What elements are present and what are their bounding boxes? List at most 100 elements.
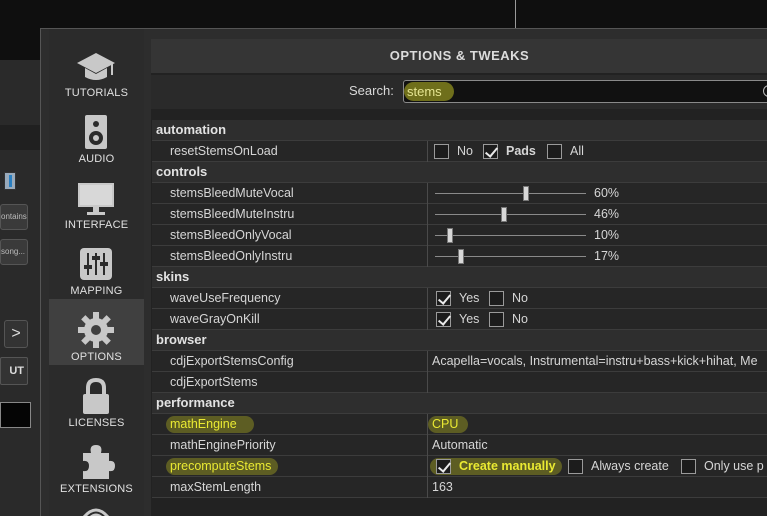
background-strip xyxy=(0,125,40,150)
checkbox[interactable] xyxy=(568,459,583,474)
background-chip[interactable]: ontains... xyxy=(0,204,28,230)
sidebar-item-audio[interactable]: AUDIO xyxy=(49,101,144,167)
option-name: waveUseFrequency xyxy=(170,291,281,305)
column-divider xyxy=(427,225,428,246)
checkbox[interactable] xyxy=(489,312,504,327)
speaker-icon xyxy=(85,115,107,149)
slider-value: 46% xyxy=(594,207,620,221)
column-divider xyxy=(427,456,428,477)
sidebar-item-label: TUTORIALS xyxy=(64,87,129,99)
option-name: stemsBleedOnlyVocal xyxy=(170,228,292,242)
option-label: All xyxy=(570,144,584,158)
option-name: resetStemsOnLoad xyxy=(170,144,278,158)
wifi-icon xyxy=(82,508,110,516)
checkbox[interactable] xyxy=(547,144,562,159)
option-label: No xyxy=(512,291,528,305)
column-divider xyxy=(427,246,428,267)
option-name: cdjExportStems xyxy=(170,375,258,389)
search-row: Search: xyxy=(151,75,767,109)
checkbox-checked[interactable] xyxy=(436,291,451,306)
sidebar-item-interface[interactable]: INTERFACE xyxy=(49,167,144,233)
column-divider xyxy=(427,288,428,309)
sidebar-item-tutorials[interactable]: TUTORIALS xyxy=(49,35,144,101)
table-row: precomputeStems Create manually Always c… xyxy=(152,456,767,477)
settings-sidebar: TUTORIALS AUDIO INTERFACE MAPPING OPTION… xyxy=(49,29,144,516)
section-header: controls xyxy=(152,162,767,183)
checkbox[interactable] xyxy=(434,144,449,159)
slider-track[interactable] xyxy=(435,207,586,222)
title-bar: OPTIONS & TWEAKS xyxy=(151,39,767,73)
background-chip[interactable]: song... xyxy=(0,239,28,265)
column-divider xyxy=(427,183,428,204)
sidebar-item-extensions[interactable]: EXTENSIONS xyxy=(49,431,144,497)
option-name: precomputeStems xyxy=(170,459,272,473)
lock-icon xyxy=(83,377,109,414)
slider-thumb[interactable] xyxy=(447,228,453,243)
slider-thumb[interactable] xyxy=(458,249,464,264)
background-input[interactable] xyxy=(0,402,31,428)
table-row: stemsBleedOnlyVocal 10% xyxy=(152,225,767,246)
slider-track[interactable] xyxy=(435,249,586,264)
slider-value: 17% xyxy=(594,249,620,263)
slider-track[interactable] xyxy=(435,186,586,201)
options-table: automation resetStemsOnLoad No Pads All … xyxy=(152,120,767,498)
column-divider xyxy=(427,141,428,162)
option-value[interactable]: 163 xyxy=(432,477,453,498)
option-value[interactable]: Automatic xyxy=(432,435,488,456)
column-divider xyxy=(427,477,428,498)
table-row: cdjExportStemsConfig Acapella=vocals, In… xyxy=(152,351,767,372)
sidebar-item-more[interactable] xyxy=(49,497,144,516)
sidebar-item-label: EXTENSIONS xyxy=(60,483,133,495)
column-divider xyxy=(427,372,428,393)
option-name: stemsBleedOnlyInstru xyxy=(170,249,293,263)
checkbox-checked[interactable] xyxy=(436,459,451,474)
table-row: maxStemLength 163 xyxy=(152,477,767,498)
option-label: Create manually xyxy=(459,459,556,473)
sidebar-item-mapping[interactable]: MAPPING xyxy=(49,233,144,299)
search-label: Search: xyxy=(349,83,394,98)
table-row: stemsBleedMuteInstru 46% xyxy=(152,204,767,225)
graduation-cap-icon xyxy=(77,53,115,80)
sidebar-item-label: AUDIO xyxy=(78,153,115,165)
sliders-icon xyxy=(80,248,112,280)
option-label: Only use p xyxy=(704,459,764,473)
option-name: cdjExportStemsConfig xyxy=(170,354,294,368)
settings-dialog: TUTORIALS AUDIO INTERFACE MAPPING OPTION… xyxy=(40,28,767,516)
checkbox[interactable] xyxy=(489,291,504,306)
option-label: Always create xyxy=(591,459,669,473)
slider-track[interactable] xyxy=(435,228,586,243)
search-input[interactable] xyxy=(403,80,767,103)
sidebar-item-options[interactable]: OPTIONS xyxy=(49,299,144,365)
option-name: mathEnginePriority xyxy=(170,438,276,452)
slider-value: 10% xyxy=(594,228,620,242)
section-header: browser xyxy=(152,330,767,351)
background-divider xyxy=(515,0,516,28)
background-next-button[interactable]: > xyxy=(4,320,28,348)
option-label: Yes xyxy=(459,312,480,326)
table-row: waveGrayOnKill Yes No xyxy=(152,309,767,330)
section-header: automation xyxy=(152,120,767,141)
sidebar-item-label: INTERFACE xyxy=(64,219,129,231)
slider-thumb[interactable] xyxy=(501,207,507,222)
option-value[interactable]: CPU xyxy=(432,414,458,435)
table-row: stemsBleedMuteVocal 60% xyxy=(152,183,767,204)
column-divider xyxy=(427,309,428,330)
option-name: maxStemLength xyxy=(170,480,262,494)
checkbox[interactable] xyxy=(681,459,696,474)
table-row: resetStemsOnLoad No Pads All xyxy=(152,141,767,162)
column-divider xyxy=(427,204,428,225)
option-label: No xyxy=(512,312,528,326)
background-button[interactable]: UT xyxy=(0,357,28,385)
sidebar-item-label: LICENSES xyxy=(68,417,125,429)
checkbox-checked[interactable] xyxy=(436,312,451,327)
checkbox-checked[interactable] xyxy=(483,144,498,159)
table-row: stemsBleedOnlyInstru 17% xyxy=(152,246,767,267)
table-row: waveUseFrequency Yes No xyxy=(152,288,767,309)
option-name: stemsBleedMuteInstru xyxy=(170,207,295,221)
section-header: performance xyxy=(152,393,767,414)
slider-thumb[interactable] xyxy=(523,186,529,201)
option-name: waveGrayOnKill xyxy=(170,312,260,326)
page-title: OPTIONS & TWEAKS xyxy=(389,48,530,63)
sidebar-item-licenses[interactable]: LICENSES xyxy=(49,365,144,431)
option-value[interactable]: Acapella=vocals, Instrumental=instru+bas… xyxy=(432,351,758,372)
